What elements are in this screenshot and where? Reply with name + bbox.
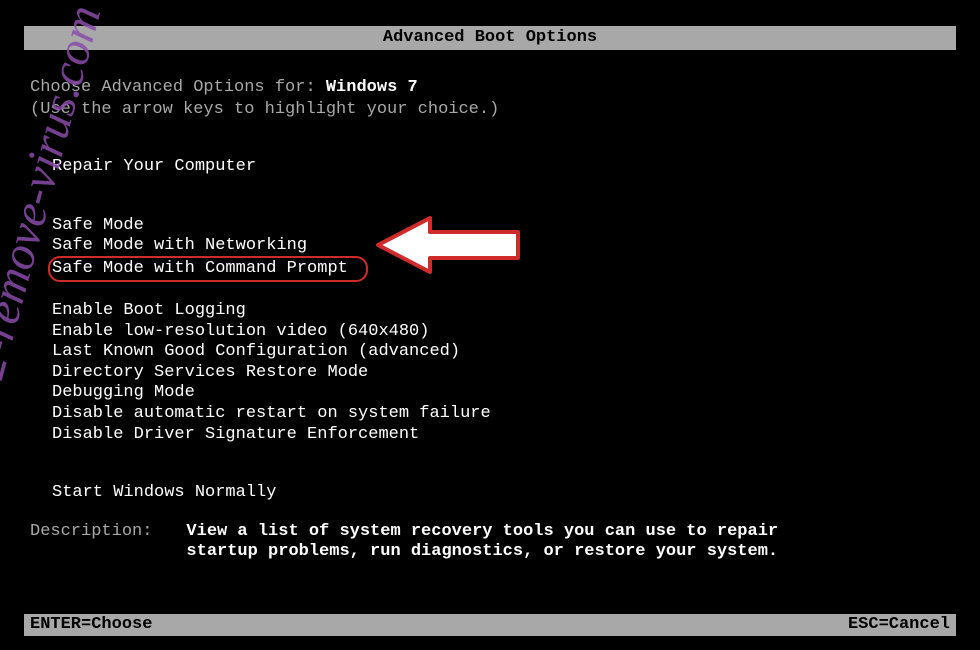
footer-bar: ENTER=Choose ESC=Cancel [24,614,956,636]
option-disable-auto-restart[interactable]: Disable automatic restart on system fail… [52,404,950,424]
option-safe-mode[interactable]: Safe Mode [52,216,950,236]
page-title: Advanced Boot Options [383,28,597,48]
option-debugging-mode[interactable]: Debugging Mode [52,383,950,403]
option-enable-low-res-video[interactable]: Enable low-resolution video (640x480) [52,322,950,342]
description-label: Description: [30,522,152,561]
content-area: Choose Advanced Options for: Windows 7 (… [30,78,950,503]
boot-options-list: Repair Your Computer Safe Mode Safe Mode… [30,157,950,503]
description-text: View a list of system recovery tools you… [186,522,826,561]
option-directory-services-restore[interactable]: Directory Services Restore Mode [52,363,950,383]
option-enable-boot-logging[interactable]: Enable Boot Logging [52,301,950,321]
option-repair-your-computer[interactable]: Repair Your Computer [52,157,950,177]
description-block: Description: View a list of system recov… [30,522,950,561]
option-start-windows-normally[interactable]: Start Windows Normally [52,483,950,503]
option-last-known-good-config[interactable]: Last Known Good Configuration (advanced) [52,342,950,362]
os-choose-label: Choose Advanced Options for: [30,78,326,97]
option-safe-mode-networking[interactable]: Safe Mode with Networking [52,236,950,256]
option-safe-mode-command-prompt[interactable]: Safe Mode with Command Prompt [52,259,348,279]
footer-esc-hint: ESC=Cancel [848,615,950,635]
footer-enter-hint: ENTER=Choose [30,615,152,635]
os-choose-line: Choose Advanced Options for: Windows 7 [30,78,950,98]
arrow-key-hint: (Use the arrow keys to highlight your ch… [30,100,950,120]
option-disable-driver-sig[interactable]: Disable Driver Signature Enforcement [52,425,950,445]
os-name: Windows 7 [326,78,418,97]
highlight-box: Safe Mode with Command Prompt [48,256,368,283]
title-bar: Advanced Boot Options [24,26,956,50]
